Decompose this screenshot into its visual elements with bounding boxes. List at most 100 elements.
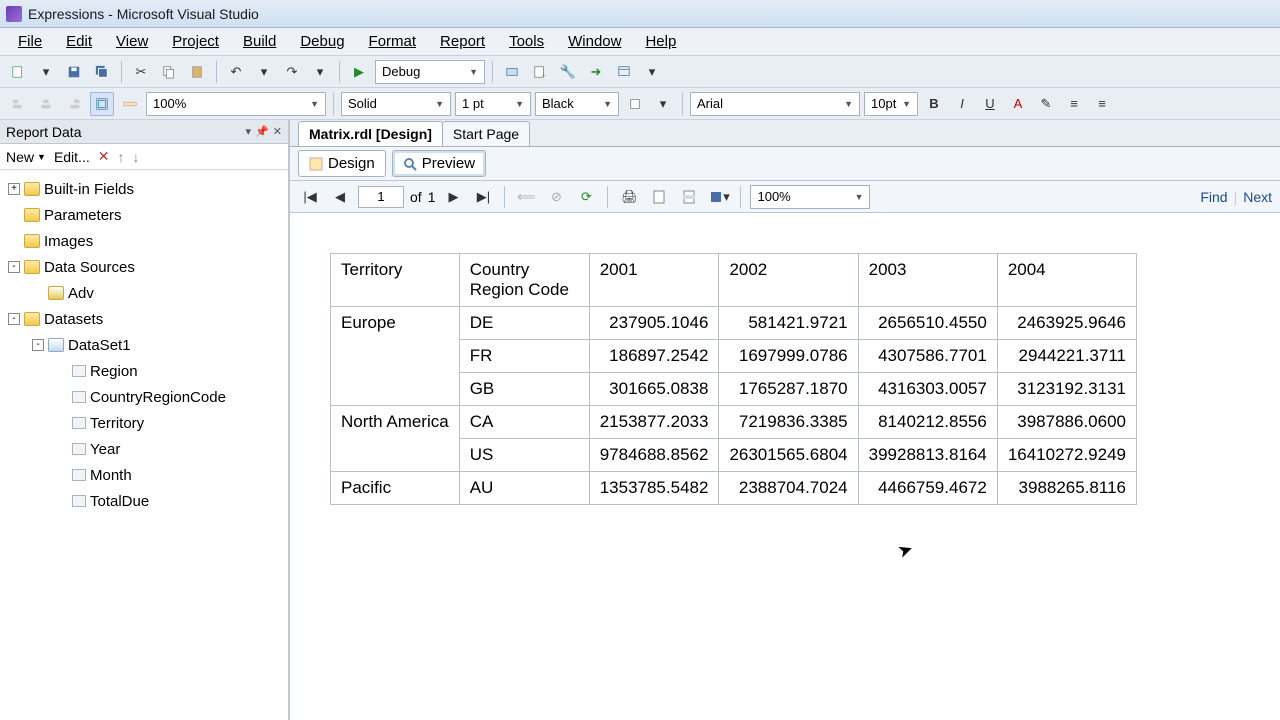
- menu-build[interactable]: Build: [233, 29, 286, 54]
- align-left-edge-button[interactable]: [6, 92, 30, 116]
- print-button[interactable]: 🖨: [617, 185, 641, 209]
- print-layout-button[interactable]: [647, 185, 671, 209]
- stop-button[interactable]: ⊘: [544, 185, 568, 209]
- first-page-button[interactable]: |◀: [298, 185, 322, 209]
- deploy-button[interactable]: ➜: [584, 60, 608, 84]
- border-color-select[interactable]: Black▼: [535, 92, 619, 116]
- new-button[interactable]: New ▼: [6, 149, 46, 165]
- redo-button[interactable]: ↷: [280, 60, 304, 84]
- back-button[interactable]: ⟸: [514, 185, 538, 209]
- last-page-button[interactable]: ▶|: [471, 185, 495, 209]
- collapse-icon[interactable]: -: [8, 313, 20, 325]
- menu-project[interactable]: Project: [162, 29, 229, 54]
- align-center-text-button[interactable]: ≡: [1090, 92, 1114, 116]
- refresh-button[interactable]: ⟳: [574, 185, 598, 209]
- copy-button[interactable]: [157, 60, 181, 84]
- panel-close-icon[interactable]: ✕: [273, 125, 282, 138]
- undo-button[interactable]: ↶: [224, 60, 248, 84]
- move-up-icon[interactable]: ↑: [117, 149, 124, 165]
- tree-item[interactable]: -Datasets: [4, 306, 284, 332]
- add-item-button[interactable]: +: [528, 60, 552, 84]
- report-preview-area: Territory Country Region Code 2001 2002 …: [290, 213, 1280, 720]
- tree-item[interactable]: Parameters: [4, 202, 284, 228]
- highlight-button[interactable]: ✎: [1034, 92, 1058, 116]
- tree-item[interactable]: -DataSet1: [4, 332, 284, 358]
- table-row: EuropeDE237905.1046581421.97212656510.45…: [331, 307, 1137, 340]
- border-width-select[interactable]: 1 pt▼: [455, 92, 531, 116]
- zoom-select[interactable]: 100%▼: [146, 92, 326, 116]
- new-project-dropdown[interactable]: ▾: [34, 60, 58, 84]
- tree-item[interactable]: Month: [4, 462, 284, 488]
- tree-item[interactable]: Images: [4, 228, 284, 254]
- tree-item[interactable]: Region: [4, 358, 284, 384]
- menu-edit[interactable]: Edit: [56, 29, 102, 54]
- toolbar-overflow[interactable]: ▾: [640, 60, 664, 84]
- edit-button[interactable]: Edit...: [54, 149, 90, 165]
- new-project-button[interactable]: [6, 60, 30, 84]
- collapse-icon[interactable]: -: [8, 261, 20, 273]
- menu-window[interactable]: Window: [558, 29, 631, 54]
- redo-dropdown[interactable]: ▾: [308, 60, 332, 84]
- window-layout-button[interactable]: [612, 60, 636, 84]
- value-cell: 26301565.6804: [719, 439, 858, 472]
- menu-tools[interactable]: Tools: [499, 29, 554, 54]
- find-next-button[interactable]: Next: [1243, 189, 1272, 205]
- tree-item[interactable]: Territory: [4, 410, 284, 436]
- export-button[interactable]: ▾: [707, 185, 731, 209]
- page-setup-button[interactable]: [677, 185, 701, 209]
- underline-button[interactable]: U: [978, 92, 1002, 116]
- menu-debug[interactable]: Debug: [290, 29, 354, 54]
- menu-report[interactable]: Report: [430, 29, 495, 54]
- ruler-button[interactable]: [118, 92, 142, 116]
- delete-icon[interactable]: ✕: [98, 148, 110, 165]
- tab-matrix-rdl[interactable]: Matrix.rdl [Design]: [298, 121, 443, 146]
- prev-page-button[interactable]: ◀: [328, 185, 352, 209]
- window-title: Expressions - Microsoft Visual Studio: [28, 6, 259, 22]
- tree-item[interactable]: Adv: [4, 280, 284, 306]
- tree-item[interactable]: +Built-in Fields: [4, 176, 284, 202]
- page-number-input[interactable]: [358, 186, 404, 208]
- menu-file[interactable]: File: [8, 29, 52, 54]
- cut-button[interactable]: ✂: [129, 60, 153, 84]
- tree-item[interactable]: CountryRegionCode: [4, 384, 284, 410]
- align-center-button[interactable]: [34, 92, 58, 116]
- configuration-select[interactable]: Debug▼: [375, 60, 485, 84]
- panel-pin-icon[interactable]: 📌: [255, 125, 269, 138]
- fill-color-dropdown[interactable]: ▾: [651, 92, 675, 116]
- undo-dropdown[interactable]: ▾: [252, 60, 276, 84]
- menu-view[interactable]: View: [106, 29, 158, 54]
- toolbox-button[interactable]: [500, 60, 524, 84]
- next-page-button[interactable]: ▶: [441, 185, 465, 209]
- tree-item[interactable]: -Data Sources: [4, 254, 284, 280]
- menu-format[interactable]: Format: [359, 29, 427, 54]
- align-left-button[interactable]: ≡: [1062, 92, 1086, 116]
- paste-button[interactable]: [185, 60, 209, 84]
- menu-help[interactable]: Help: [635, 29, 686, 54]
- preview-view-tab[interactable]: Preview: [392, 150, 486, 177]
- move-down-icon[interactable]: ↓: [132, 149, 139, 165]
- align-right-edge-button[interactable]: [62, 92, 86, 116]
- font-family-select[interactable]: Arial▼: [690, 92, 860, 116]
- collapse-icon[interactable]: -: [32, 339, 44, 351]
- preview-zoom-select[interactable]: 100%▼: [750, 185, 870, 209]
- fill-color-button[interactable]: [623, 92, 647, 116]
- find-button[interactable]: Find: [1200, 189, 1227, 205]
- design-view-tab[interactable]: Design: [298, 150, 386, 177]
- start-debug-button[interactable]: ▶: [347, 60, 371, 84]
- tab-start-page[interactable]: Start Page: [442, 121, 530, 146]
- border-style-select[interactable]: Solid▼: [341, 92, 451, 116]
- expand-icon[interactable]: +: [8, 183, 20, 195]
- svg-text:+: +: [542, 72, 546, 79]
- font-color-button[interactable]: A: [1006, 92, 1030, 116]
- save-button[interactable]: [62, 60, 86, 84]
- bold-button[interactable]: B: [922, 92, 946, 116]
- panel-dropdown-icon[interactable]: ▾: [246, 125, 252, 138]
- layout-outline-button[interactable]: [90, 92, 114, 116]
- save-all-button[interactable]: [90, 60, 114, 84]
- properties-button[interactable]: 🔧: [556, 60, 580, 84]
- tree-item[interactable]: TotalDue: [4, 488, 284, 514]
- italic-button[interactable]: I: [950, 92, 974, 116]
- tree-item[interactable]: Year: [4, 436, 284, 462]
- font-size-select[interactable]: 10pt▼: [864, 92, 918, 116]
- report-data-toolbar: New ▼ Edit... ✕ ↑ ↓: [0, 144, 288, 170]
